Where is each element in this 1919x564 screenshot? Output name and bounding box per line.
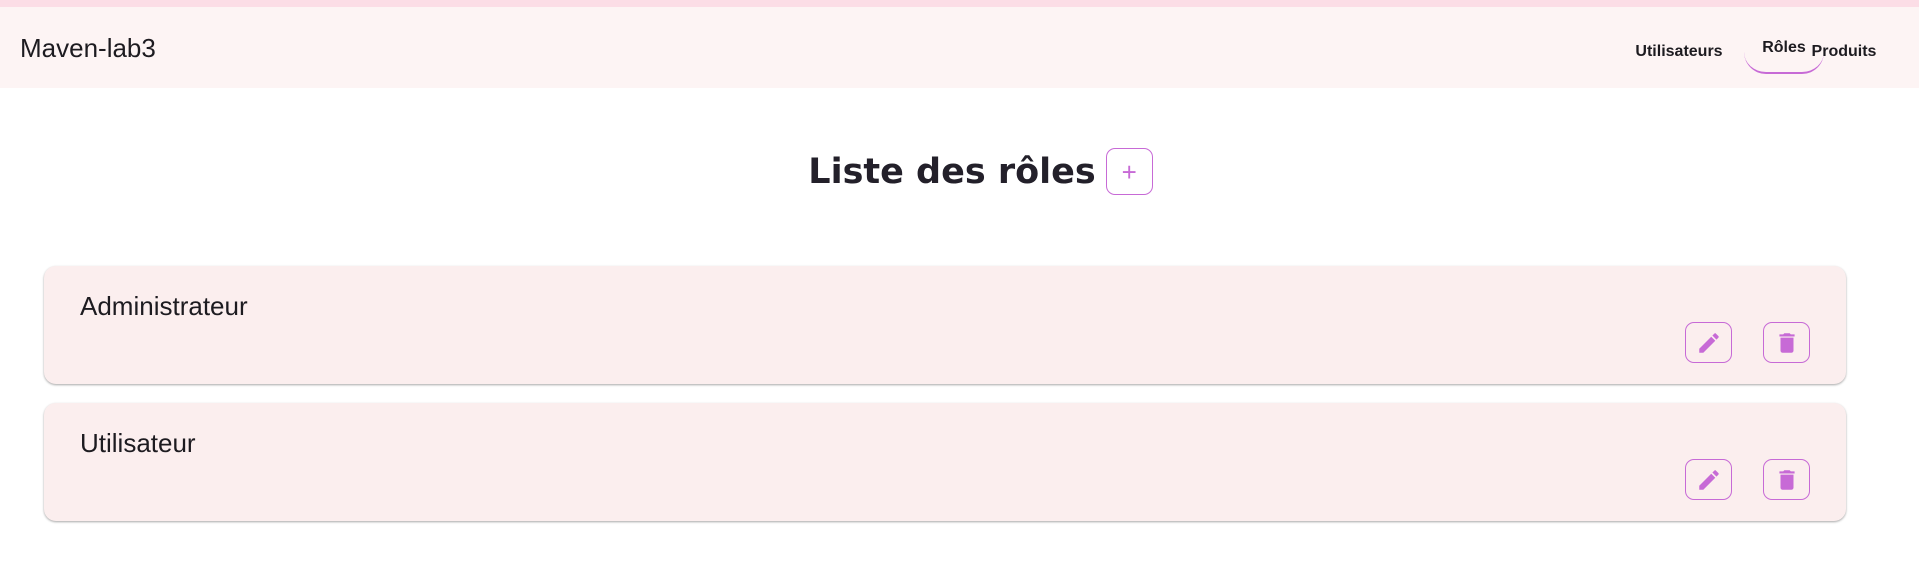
trash-icon [1778, 469, 1795, 490]
page-heading-row: Liste des rôles + [0, 148, 1919, 195]
plus-icon: + [1121, 156, 1137, 187]
edit-role-button[interactable] [1685, 459, 1732, 500]
edit-role-button[interactable] [1685, 322, 1732, 363]
trash-icon [1778, 332, 1795, 353]
role-card: Utilisateur [44, 403, 1846, 521]
delete-role-button[interactable] [1763, 322, 1810, 363]
nav-tab-utilisateurs[interactable]: Utilisateurs [1609, 30, 1749, 74]
app-bar: Maven-lab3 Utilisateurs Rôles Produits [0, 7, 1919, 88]
pencil-icon [1698, 469, 1719, 490]
role-card: Administrateur [44, 266, 1846, 384]
role-name: Utilisateur [80, 428, 196, 458]
add-role-button[interactable]: + [1105, 148, 1153, 195]
page-title: Liste des rôles [808, 151, 1096, 192]
pencil-icon [1698, 332, 1719, 353]
nav-tab-produits[interactable]: Produits [1794, 30, 1894, 74]
top-accent-stripe [0, 0, 1919, 7]
role-name: Administrateur [80, 291, 248, 321]
app-title: Maven-lab3 [20, 33, 156, 63]
delete-role-button[interactable] [1763, 459, 1810, 500]
